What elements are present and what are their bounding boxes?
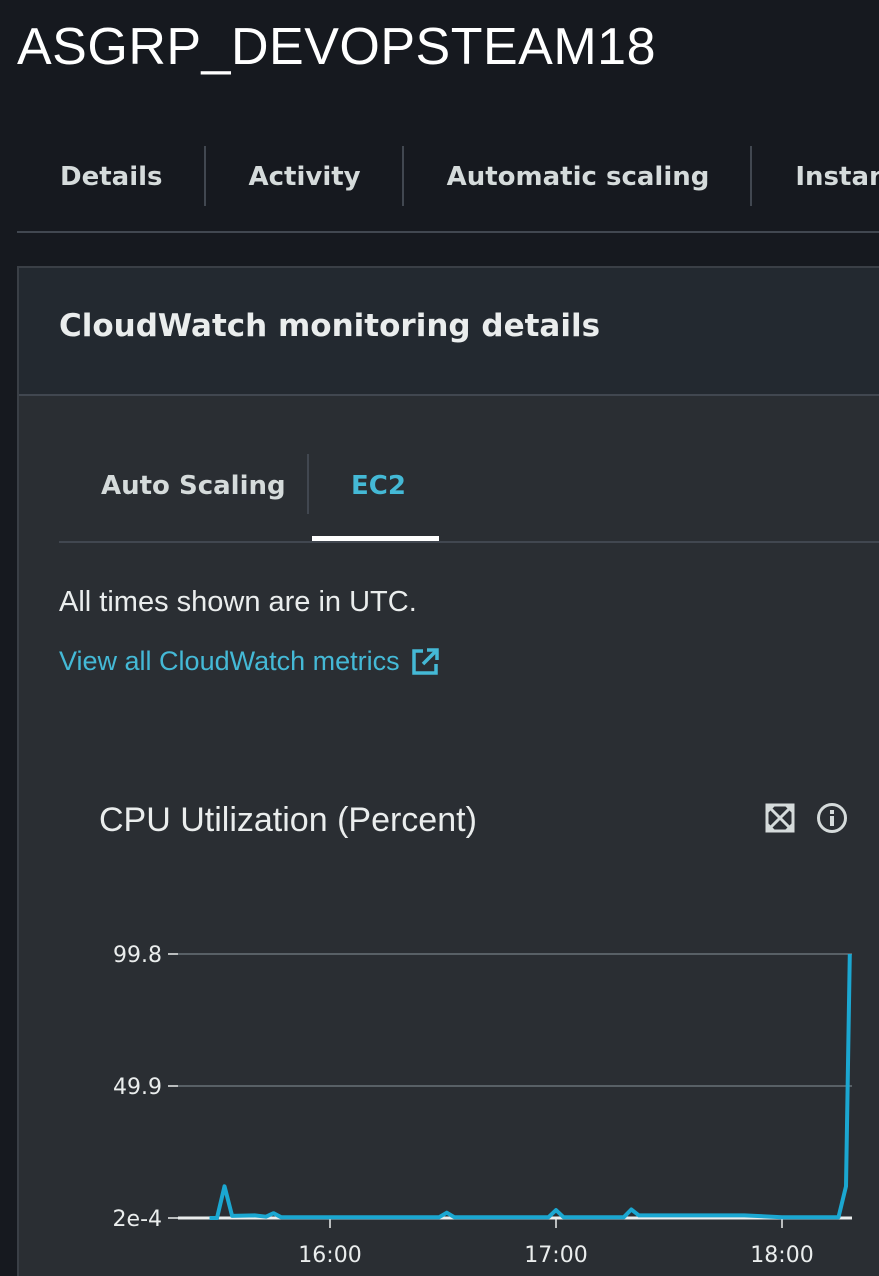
view-cloudwatch-metrics-link[interactable]: View all CloudWatch metrics	[59, 646, 440, 677]
subtab-ec2[interactable]: EC2	[351, 454, 406, 514]
metrics-link-label: View all CloudWatch metrics	[59, 646, 400, 676]
tab-instance-management[interactable]: Instance m	[752, 146, 879, 206]
main-tabs: Details Activity Automatic scaling Insta…	[17, 146, 879, 206]
panel-title: CloudWatch monitoring details	[59, 308, 601, 344]
utc-note: All times shown are in UTC.	[59, 586, 417, 618]
panel-header: CloudWatch monitoring details	[19, 268, 879, 396]
expand-icon[interactable]	[764, 802, 796, 834]
page-title: ASGRP_DEVOPSTEAM18	[17, 18, 656, 76]
tab-automatic-scaling[interactable]: Automatic scaling	[404, 146, 753, 206]
info-icon[interactable]	[816, 802, 848, 834]
tabs-divider	[17, 231, 879, 233]
subtabs-divider	[59, 541, 879, 543]
cloudwatch-panel: CloudWatch monitoring details Auto Scali…	[17, 266, 879, 1276]
subtab-divider	[307, 454, 309, 514]
tab-details[interactable]: Details	[17, 146, 206, 206]
monitoring-subtabs: Auto Scaling EC2	[59, 454, 879, 542]
subtab-auto-scaling[interactable]: Auto Scaling	[101, 454, 286, 514]
tab-activity[interactable]: Activity	[206, 146, 404, 206]
external-link-icon	[410, 647, 440, 677]
widget-title: CPU Utilization (Percent)	[99, 801, 477, 839]
